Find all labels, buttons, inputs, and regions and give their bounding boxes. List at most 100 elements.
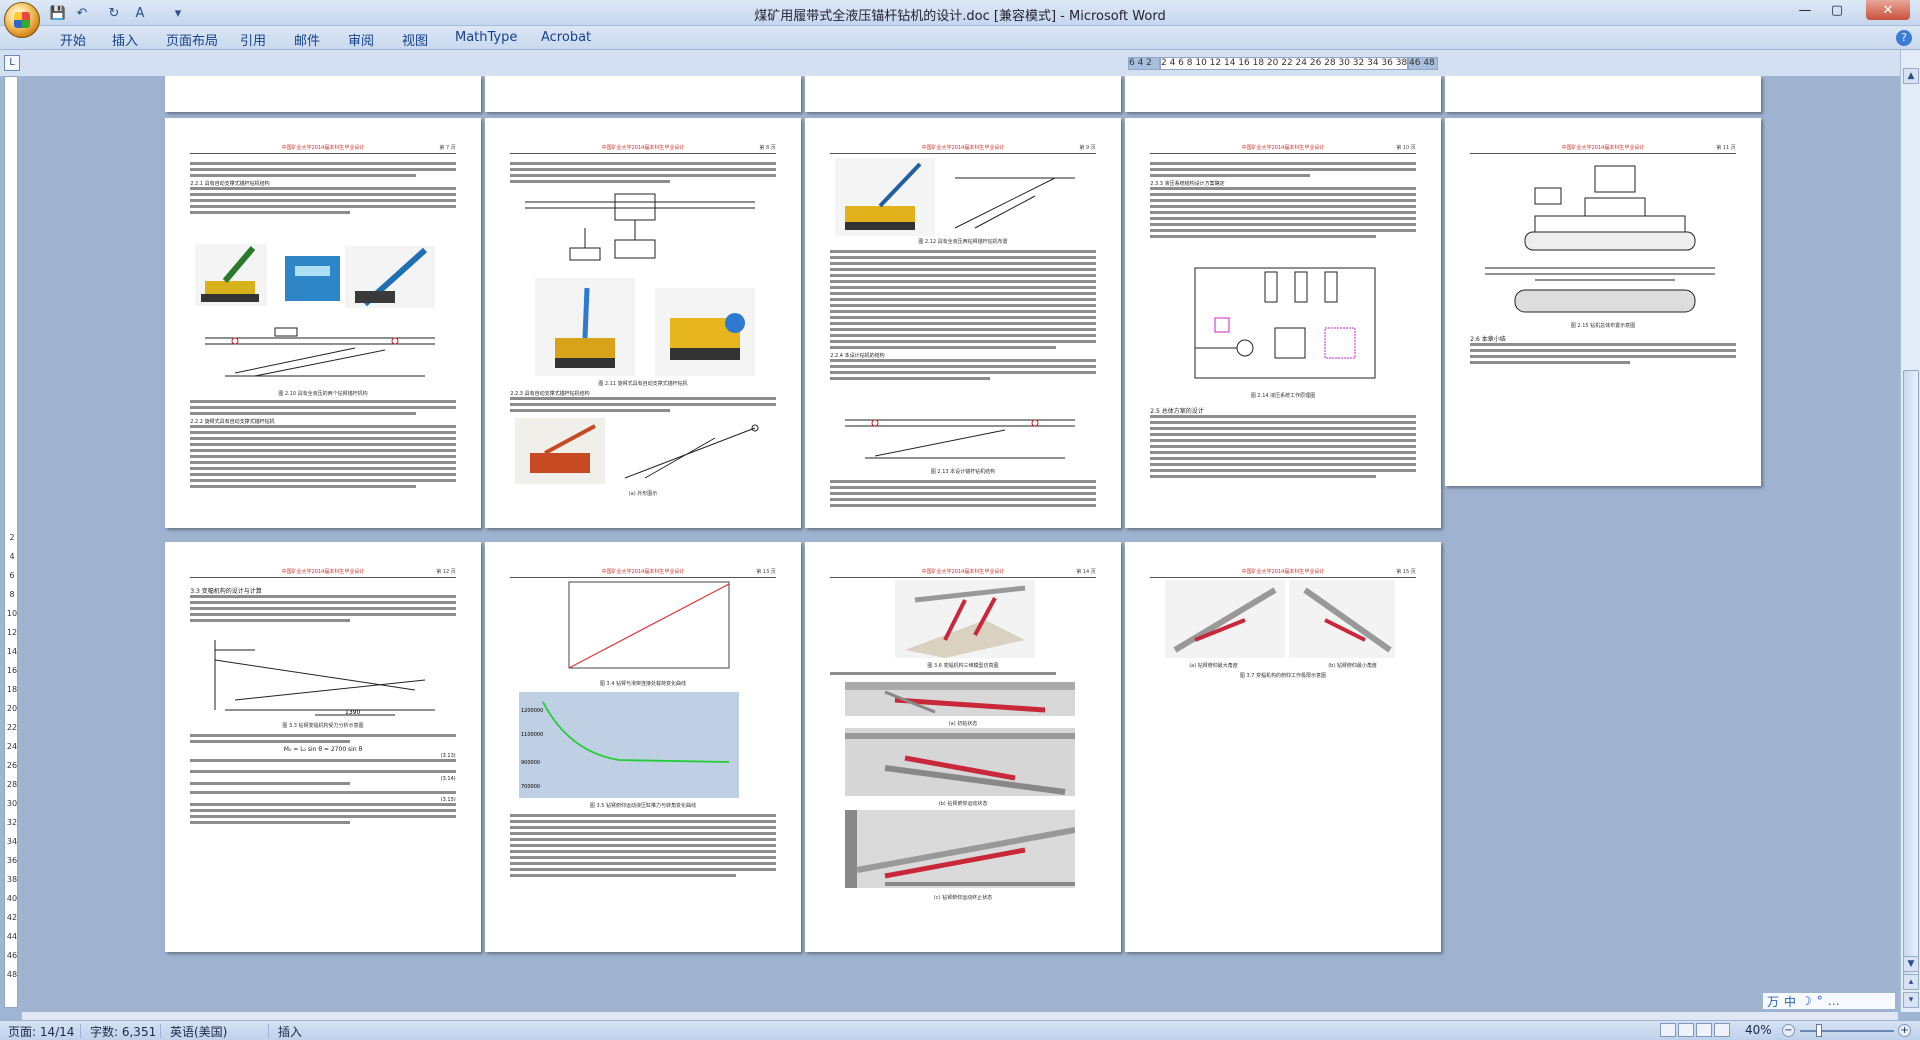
full-screen-view-button[interactable] bbox=[1678, 1023, 1694, 1037]
page-7[interactable]: 中国矿业大学2014届本科生毕业设计 第 7 页 2.2.1 具有自动支撑式锚杆… bbox=[165, 118, 481, 528]
zoom-out-button[interactable]: − bbox=[1782, 1024, 1795, 1037]
tab-page-layout[interactable]: 页面布局 bbox=[166, 30, 218, 49]
ime-toolbar[interactable]: 万 中 ☽ ° … bbox=[1762, 992, 1896, 1010]
page-header: 中国矿业大学2014届本科生毕业设计 bbox=[190, 144, 456, 154]
vertical-ruler-tick: 14 bbox=[6, 647, 18, 656]
page-number: 第 7 页 bbox=[439, 145, 456, 151]
section-heading: 2.6 本章小结 bbox=[1470, 336, 1506, 343]
page-number: 第 14 页 bbox=[1076, 569, 1096, 575]
print-layout-view-button[interactable] bbox=[1660, 1023, 1676, 1037]
text-block bbox=[510, 814, 776, 880]
page-14[interactable]: 中国矿业大学2014届本科生毕业设计 第 14 页 图 3.6 变幅机构三维模型… bbox=[805, 542, 1121, 952]
section-heading: 2.2.1 具有自动支撑式锚杆钻机结构 bbox=[190, 181, 270, 187]
zoom-slider-thumb[interactable] bbox=[1816, 1024, 1822, 1037]
zoom-level[interactable]: 40% bbox=[1745, 1023, 1772, 1037]
page-strip-4 bbox=[1125, 76, 1441, 112]
text-block: 2.2.2 旋臂式具有自动支撑式锚杆钻机 bbox=[190, 400, 456, 491]
figure-caption: 图 3.6 变幅机构三维模型仿真图 bbox=[927, 663, 999, 669]
section-heading: 2.5 总体方案的设计 bbox=[1150, 408, 1204, 415]
y-tick: 1100000 bbox=[521, 732, 543, 738]
page-header: 中国矿业大学2014届本科生毕业设计 bbox=[830, 568, 1096, 578]
ime-punct-icon[interactable]: ° bbox=[1817, 994, 1823, 1008]
figure-caption: 图 3.3 钻臂变幅机构受力分析示意图 bbox=[282, 723, 364, 729]
page-strip-3 bbox=[805, 76, 1121, 112]
vertical-ruler-tick: 10 bbox=[6, 609, 18, 618]
scroll-up-button[interactable]: ▲ bbox=[1903, 68, 1919, 84]
section-heading: 2.2.2 旋臂式具有自动支撑式锚杆钻机 bbox=[190, 419, 275, 425]
vertical-ruler[interactable]: 2 4 6 8 10 12 14 16 18 20 22 24 26 28 30 32 34 36 38 40 42 44… bbox=[4, 76, 18, 1008]
ime-more-icon[interactable]: … bbox=[1828, 994, 1840, 1008]
page-13[interactable]: 中国矿业大学2014届本科生毕业设计 第 13 页 图 3.4 钻臂与滑架连接处… bbox=[485, 542, 801, 952]
tab-review[interactable]: 审阅 bbox=[348, 30, 374, 49]
figure-caption: 图 2.10 具有全液压的两个钻臂锚杆机构 bbox=[278, 391, 368, 397]
drill-rig-photos bbox=[195, 244, 435, 308]
tab-view[interactable]: 视图 bbox=[402, 30, 428, 49]
page-strip-1 bbox=[165, 76, 481, 112]
page-15[interactable]: 中国矿业大学2014届本科生毕业设计 第 15 页 (a) 钻臂俯仰最大角度 (… bbox=[1125, 542, 1441, 952]
web-layout-view-button[interactable] bbox=[1696, 1023, 1712, 1037]
page-number: 第 15 页 bbox=[1396, 569, 1416, 575]
tab-mailings[interactable]: 邮件 bbox=[294, 30, 320, 49]
page-9[interactable]: 中国矿业大学2014届本科生毕业设计 第 9 页 图 2.12 具有全液压两钻臂… bbox=[805, 118, 1121, 528]
close-button[interactable]: ✕ bbox=[1866, 0, 1910, 20]
load-chart bbox=[568, 581, 730, 669]
vertical-ruler-tick: 16 bbox=[6, 666, 18, 675]
text-block bbox=[830, 672, 1095, 678]
scroll-thumb[interactable] bbox=[1903, 370, 1919, 990]
y-tick: 1200000 bbox=[521, 708, 543, 714]
ime-mode-icon[interactable]: 万 bbox=[1767, 993, 1779, 1010]
page-count-status[interactable]: 页面: 14/14 bbox=[8, 1023, 74, 1040]
page-11[interactable]: 中国矿业大学2014届本科生毕业设计 第 11 页 图 2.15 钻机总体布置示… bbox=[1445, 118, 1761, 486]
page-strip-5 bbox=[1445, 76, 1761, 112]
vertical-ruler-tick: 24 bbox=[6, 742, 18, 751]
vertical-ruler-tick: 12 bbox=[6, 628, 18, 637]
figure-caption: (c) 钻臂俯仰运动终止状态 bbox=[933, 895, 993, 901]
ruler-right-margin[interactable]: 46 48 bbox=[1408, 57, 1438, 70]
thrust-chart-svg: 1200000 1100000 900000 700000 bbox=[521, 701, 730, 790]
office-button[interactable] bbox=[4, 2, 40, 38]
vertical-ruler-tick: 40 bbox=[6, 894, 18, 903]
horizontal-ruler[interactable]: 2 4 6 8 10 12 14 16 18 20 22 24 26 28 30… bbox=[1160, 57, 1408, 70]
vertical-ruler-tick: 38 bbox=[6, 875, 18, 884]
language-status[interactable]: 英语(美国) bbox=[170, 1023, 227, 1040]
prev-page-button[interactable]: ▴ bbox=[1903, 974, 1919, 990]
vertical-ruler-tick: 46 bbox=[6, 951, 18, 960]
ime-lang-icon[interactable]: 中 bbox=[1784, 993, 1796, 1010]
text-block: 2.6 本章小结 bbox=[1470, 334, 1736, 367]
help-icon[interactable]: ? bbox=[1896, 30, 1912, 46]
page-12[interactable]: 中国矿业大学2014届本科生毕业设计 第 12 页 3.3 变幅机构的设计与计算… bbox=[165, 542, 481, 952]
section-heading: 3.3 变幅机构的设计与计算 bbox=[190, 588, 262, 595]
vertical-ruler-tick: 18 bbox=[6, 685, 18, 694]
zoom-in-button[interactable]: + bbox=[1898, 1024, 1911, 1037]
tab-acrobat[interactable]: Acrobat bbox=[541, 30, 591, 45]
zoom-slider-track[interactable] bbox=[1800, 1030, 1894, 1032]
dimension-label: 1390 bbox=[345, 709, 360, 716]
vertical-scrollbar[interactable]: ▲ ▼ ▴ ▾ bbox=[1900, 50, 1920, 1012]
page-8[interactable]: 中国矿业大学2014届本科生毕业设计 第 8 页 图 2.11 旋臂式具有自动支… bbox=[485, 118, 801, 528]
vertical-ruler-tick: 6 bbox=[9, 571, 15, 580]
scroll-down-button[interactable]: ▼ bbox=[1903, 956, 1919, 972]
tab-insert[interactable]: 插入 bbox=[112, 30, 138, 49]
tab-selector[interactable]: L bbox=[4, 55, 20, 71]
word-count-status[interactable]: 字数: 6,351 bbox=[90, 1023, 156, 1040]
page-number: 第 8 页 bbox=[759, 145, 776, 151]
next-page-button[interactable]: ▾ bbox=[1903, 992, 1919, 1008]
tab-home[interactable]: 开始 bbox=[60, 30, 86, 49]
final-state-image bbox=[845, 810, 1075, 888]
insert-mode-status[interactable]: 插入 bbox=[278, 1023, 302, 1040]
tab-references[interactable]: 引用 bbox=[240, 30, 266, 49]
ruler-row: L 6 4 2 2 4 6 8 10 12 14 16 18 20 22 24 … bbox=[0, 50, 1920, 76]
document-workspace[interactable]: 中国矿业大学2014届本科生毕业设计 第 7 页 2.2.1 具有自动支撑式锚杆… bbox=[22, 76, 1898, 1012]
ime-width-icon[interactable]: ☽ bbox=[1801, 994, 1812, 1008]
ruler-left-margin[interactable]: 6 4 2 bbox=[1128, 57, 1160, 70]
outline-view-button[interactable] bbox=[1714, 1023, 1730, 1037]
drill-mechanism-diagram bbox=[205, 327, 435, 377]
figure-caption: 图 2.15 钻机总体布置示意图 bbox=[1570, 323, 1636, 329]
vertical-ruler-tick: 42 bbox=[6, 913, 18, 922]
horizontal-scrollbar[interactable] bbox=[22, 1012, 1898, 1020]
tab-mathtype[interactable]: MathType bbox=[455, 30, 517, 45]
maximize-button[interactable]: ▢ bbox=[1822, 0, 1852, 20]
text-block: 2.5 总体方案的设计 bbox=[1150, 406, 1416, 481]
page-10[interactable]: 中国矿业大学2014届本科生毕业设计 第 10 页 2.3.3 液压系统结构设计… bbox=[1125, 118, 1441, 528]
minimize-button[interactable]: — bbox=[1790, 0, 1820, 20]
